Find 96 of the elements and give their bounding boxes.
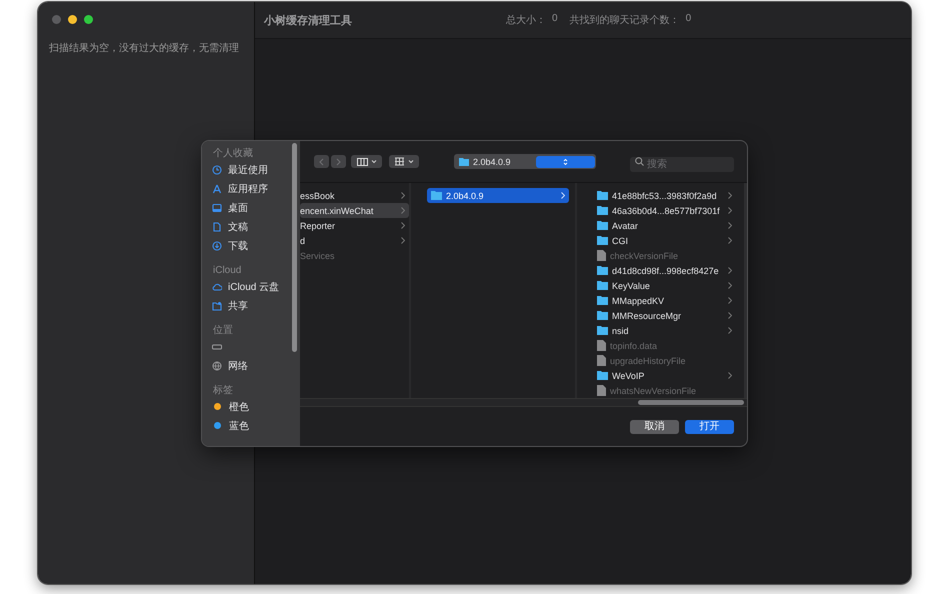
scrollbar[interactable] xyxy=(292,143,297,352)
status-message: 扫描结果为空，没有过大的缓存，无需清理 xyxy=(49,42,240,55)
file-row[interactable]: WeVoIP xyxy=(597,368,736,383)
file-row[interactable]: CGI xyxy=(597,233,736,248)
back-button[interactable] xyxy=(314,155,329,168)
sidebar-item[interactable]: 桌面 xyxy=(228,200,248,214)
chevron-right-icon xyxy=(728,192,732,199)
file-row[interactable]: 2.0b4.0.9 xyxy=(427,188,569,203)
view-mode-button[interactable] xyxy=(351,155,382,168)
file-row[interactable]: nsid xyxy=(597,323,736,338)
caret-icon xyxy=(370,159,376,164)
folder-icon xyxy=(597,296,608,305)
window-title: 小树缓存清理工具 xyxy=(264,14,353,28)
chevron-right-icon xyxy=(728,282,732,289)
shared-folder-icon xyxy=(212,300,222,310)
sidebar-item[interactable]: 应用程序 xyxy=(228,182,268,196)
zoom-button[interactable] xyxy=(84,15,93,24)
monitor-icon xyxy=(212,202,222,212)
chevron-right-icon xyxy=(728,297,732,304)
chevron-right-icon xyxy=(401,237,405,244)
clock-icon xyxy=(212,164,222,174)
section-heading: iCloud xyxy=(213,267,242,275)
drive-icon xyxy=(212,342,222,352)
file-row[interactable]: MMResourceMgr xyxy=(597,308,736,323)
globe-icon xyxy=(212,360,222,370)
forward-button[interactable] xyxy=(331,155,346,168)
folder-icon xyxy=(597,191,608,200)
minimize-button[interactable] xyxy=(68,15,77,24)
chevron-left-icon xyxy=(319,158,324,166)
folder-icon xyxy=(597,206,608,215)
chevron-right-icon xyxy=(561,192,565,199)
document-icon xyxy=(597,385,606,396)
file-row[interactable]: Avatar xyxy=(597,218,736,233)
folder-icon xyxy=(597,236,608,245)
download-icon xyxy=(212,240,222,250)
stepper-icon xyxy=(563,158,568,166)
file-row[interactable]: d41d8cd98f...998ecf8427e xyxy=(597,263,736,278)
cancel-button[interactable]: 取消 xyxy=(630,420,679,434)
folder-icon xyxy=(597,371,608,380)
path-popup[interactable]: 2.0b4.0.9 xyxy=(454,154,596,169)
section-heading: 个人收藏 xyxy=(213,150,254,158)
file-row[interactable]: encent.xinWeChat xyxy=(300,203,409,218)
folder-icon xyxy=(597,326,608,335)
chevron-right-icon xyxy=(728,327,732,334)
document-icon xyxy=(597,340,606,351)
sidebar-item[interactable]: 最近使用 xyxy=(228,162,268,176)
folder-icon xyxy=(597,266,608,275)
scrollbar[interactable] xyxy=(638,400,744,405)
stat-value: 0 xyxy=(552,13,558,26)
sidebar-item[interactable]: 网络 xyxy=(228,358,248,372)
sidebar-item[interactable]: 文稿 xyxy=(228,220,248,234)
stat-label: 总大小： xyxy=(506,14,546,27)
folder-icon xyxy=(597,311,608,320)
folder-icon xyxy=(459,158,469,166)
file-row[interactable]: KeyValue xyxy=(597,278,736,293)
chevron-right-icon xyxy=(728,312,732,319)
folder-icon xyxy=(597,221,608,230)
chevron-right-icon xyxy=(336,158,341,166)
folder-icon xyxy=(597,281,608,290)
chevron-right-icon xyxy=(728,222,732,229)
caret-icon xyxy=(408,159,414,164)
sidebar-item[interactable]: 橙色 xyxy=(229,400,249,414)
grid-icon xyxy=(394,157,405,166)
chevron-right-icon xyxy=(728,237,732,244)
sidebar-item[interactable]: 下载 xyxy=(228,238,248,252)
chevron-right-icon xyxy=(401,207,405,214)
columns-icon xyxy=(356,158,368,166)
document-icon xyxy=(212,222,222,232)
chevron-right-icon xyxy=(728,207,732,214)
file-row[interactable]: Reporter xyxy=(300,218,409,233)
search-field[interactable]: 搜索 xyxy=(630,157,734,172)
chevron-right-icon xyxy=(728,372,732,379)
stat-value: 0 xyxy=(686,13,692,26)
search-icon xyxy=(635,157,644,166)
file-row[interactable]: 41e88bfc53...3983f0f2a9d xyxy=(597,188,736,203)
file-row[interactable]: MMappedKV xyxy=(597,293,736,308)
chevron-right-icon xyxy=(401,192,405,199)
chevron-right-icon xyxy=(401,222,405,229)
file-row[interactable]: d xyxy=(300,233,409,248)
chevron-right-icon xyxy=(728,267,732,274)
document-icon xyxy=(597,355,606,366)
document-icon xyxy=(597,250,606,261)
sidebar-item[interactable]: 共享 xyxy=(228,298,248,312)
cloud-icon xyxy=(212,282,222,292)
sidebar-item[interactable]: 蓝色 xyxy=(229,418,249,432)
folder-icon xyxy=(431,191,442,200)
open-button[interactable]: 打开 xyxy=(685,420,734,434)
section-heading: 位置 xyxy=(213,327,234,335)
file-row[interactable]: essBook xyxy=(300,188,409,203)
stat-label: 共找到的聊天记录个数： xyxy=(570,14,680,27)
group-button[interactable] xyxy=(389,155,419,168)
compass-icon xyxy=(212,184,222,194)
file-row[interactable]: 46a36b0d4...8e577bf7301f xyxy=(597,203,736,218)
section-heading: 标签 xyxy=(213,387,234,395)
sidebar-item[interactable]: iCloud 云盘 xyxy=(228,280,280,294)
close-button[interactable] xyxy=(52,15,61,24)
